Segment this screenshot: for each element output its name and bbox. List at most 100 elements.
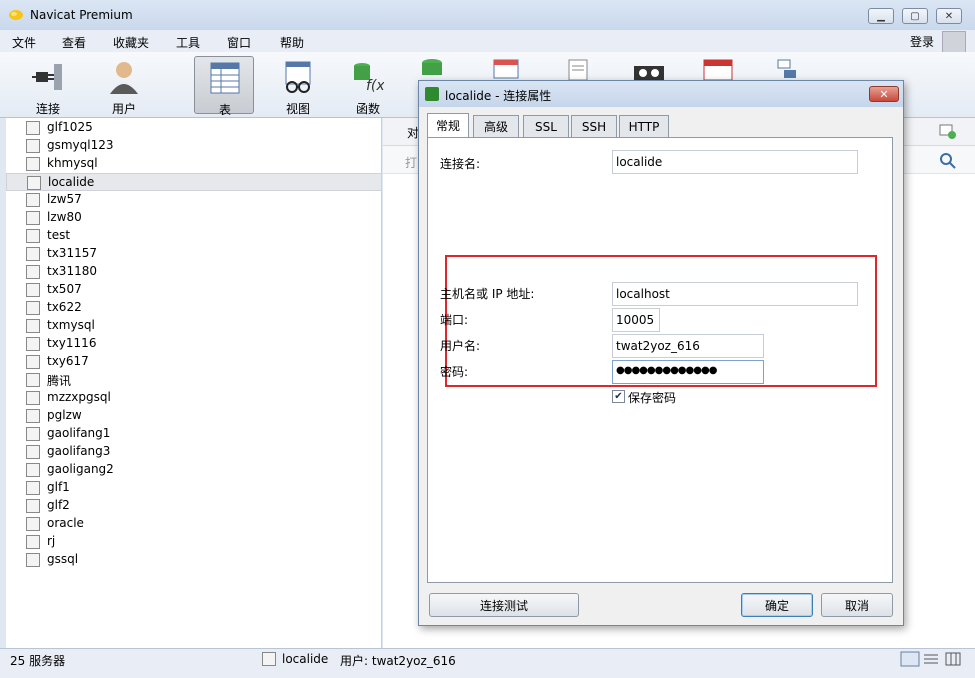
server-count: 25 服务器 (10, 654, 66, 668)
conn-tencent[interactable]: 腾讯 (6, 371, 382, 389)
host-input[interactable]: localhost (612, 282, 858, 306)
conn-lzw80[interactable]: lzw80 (6, 209, 382, 227)
port-input[interactable]: 10005 (612, 308, 660, 332)
conn-txmysql[interactable]: txmysql (6, 317, 382, 335)
minimize-button[interactable]: ▁ (868, 8, 894, 24)
conn-label: pglzw (47, 408, 82, 422)
sqlserver-connection-icon (26, 553, 40, 567)
password-label: 密码: (440, 365, 469, 379)
conn-gssql[interactable]: gssql (6, 551, 382, 569)
conn-khmysql[interactable]: khmysql (6, 155, 382, 173)
search-icon[interactable] (939, 152, 957, 170)
cancel-button[interactable]: 取消 (821, 593, 893, 617)
conn-label: khmysql (47, 156, 98, 170)
menu-bar: 文件 查看 收藏夹 工具 窗口 帮助 (0, 30, 975, 52)
conn-glf1025[interactable]: glf1025 (6, 119, 382, 137)
ok-button[interactable]: 确定 (741, 593, 813, 617)
conn-glf1[interactable]: glf1 (6, 479, 382, 497)
postgresql-connection-icon (26, 409, 40, 423)
oracle-connection-icon (26, 517, 40, 531)
test-connection-button[interactable]: 连接测试 (429, 593, 579, 617)
user-label: 用户 (111, 102, 136, 116)
conn-tx507[interactable]: tx507 (6, 281, 382, 299)
conn-label: tx31180 (47, 264, 97, 278)
password-input[interactable]: ●●●●●●●●●●●●● (612, 360, 764, 384)
conn-label: txmysql (47, 318, 95, 332)
tab-advanced[interactable]: 高级 (473, 115, 519, 137)
mysql-connection-icon (26, 337, 40, 351)
mysql-connection-icon (26, 355, 40, 369)
login-link[interactable]: 登录 (910, 33, 934, 50)
conn-lzw57[interactable]: lzw57 (6, 191, 382, 209)
large-icons-view-icon[interactable] (900, 651, 920, 667)
oracle-connection-icon (26, 463, 40, 477)
tab-general[interactable]: 常规 (427, 113, 469, 137)
dialog-title-bar: localide - 连接属性 ✕ (419, 81, 903, 107)
conn-txy617[interactable]: txy617 (6, 353, 382, 371)
tab-ssl[interactable]: SSL (523, 115, 569, 137)
conn-rj[interactable]: rj (6, 533, 382, 551)
menu-file[interactable]: 文件 (12, 34, 36, 51)
conn-gaolifang1[interactable]: gaolifang1 (6, 425, 382, 443)
mysql-connection-icon (26, 373, 40, 387)
conn-tx622[interactable]: tx622 (6, 299, 382, 317)
view-button[interactable]: 视图 (268, 56, 328, 116)
conn-gaolifang3[interactable]: gaolifang3 (6, 443, 382, 461)
tab-http[interactable]: HTTP (619, 115, 669, 137)
menu-help[interactable]: 帮助 (280, 34, 304, 51)
conn-label: glf1025 (47, 120, 93, 134)
status-connection: localide (282, 652, 329, 666)
menu-tools[interactable]: 工具 (176, 34, 200, 51)
conn-gaoligang2[interactable]: gaoligang2 (6, 461, 382, 479)
close-window-button[interactable]: ✕ (936, 8, 962, 24)
menu-favorites[interactable]: 收藏夹 (113, 34, 149, 51)
schedule-icon (703, 59, 733, 80)
dialog-title: localide - 连接属性 (445, 89, 552, 103)
view-label: 视图 (285, 102, 310, 116)
conn-test[interactable]: test (6, 227, 382, 245)
conn-txy1116[interactable]: txy1116 (6, 335, 382, 353)
conn-label: txy1116 (47, 336, 97, 350)
username-input[interactable]: twat2yoz_616 (612, 334, 764, 358)
conn-label: gaolifang3 (47, 444, 111, 458)
save-password-label: 保存密码 (628, 391, 677, 405)
detail-view-icon[interactable] (944, 651, 962, 667)
database-icon (422, 59, 442, 75)
oracle-connection-icon (26, 427, 40, 441)
conn-name-input[interactable]: localide (612, 150, 858, 174)
conn-mzzxpgsql[interactable]: mzzxpgsql (6, 389, 382, 407)
mysql-connection-icon (26, 247, 40, 261)
connection-tree: glf1025 gsmyql123 khmysql localide lzw57… (6, 118, 382, 648)
oracle-connection-icon (26, 481, 40, 495)
oracle-connection-icon (26, 535, 40, 549)
menu-view[interactable]: 查看 (62, 34, 86, 51)
conn-tx31157[interactable]: tx31157 (6, 245, 382, 263)
conn-oracle[interactable]: oracle (6, 515, 382, 533)
maximize-button[interactable]: ▢ (902, 8, 928, 24)
conn-tx31180[interactable]: tx31180 (6, 263, 382, 281)
plug-icon (32, 64, 62, 90)
list-view-icon[interactable] (922, 651, 940, 667)
menu-window[interactable]: 窗口 (227, 34, 251, 51)
conn-label: glf2 (47, 498, 70, 512)
tab-ssh[interactable]: SSH (571, 115, 617, 137)
conn-label: mzzxpgsql (47, 390, 111, 404)
connect-button[interactable]: 连接 (18, 56, 78, 116)
table-button[interactable]: 表 (194, 56, 254, 117)
conn-label: oracle (47, 516, 84, 530)
open-label[interactable]: 打 (405, 154, 417, 171)
save-password-checkbox[interactable]: ✔ (612, 390, 625, 403)
mysql-connection-icon (425, 87, 439, 101)
function-button[interactable]: f(x) 函数 (338, 56, 398, 116)
new-object-icon[interactable] (939, 124, 957, 140)
conn-pglzw[interactable]: pglzw (6, 407, 382, 425)
connect-label: 连接 (35, 102, 60, 116)
oracle-connection-icon (26, 499, 40, 513)
user-icon (110, 62, 138, 94)
conn-glf2[interactable]: glf2 (6, 497, 382, 515)
user-button[interactable]: 用户 (94, 56, 154, 116)
conn-gsmyql123[interactable]: gsmyql123 (6, 137, 382, 155)
dialog-close-button[interactable]: ✕ (869, 86, 899, 102)
conn-localide[interactable]: localide (6, 173, 382, 191)
conn-label: lzw80 (47, 210, 82, 224)
